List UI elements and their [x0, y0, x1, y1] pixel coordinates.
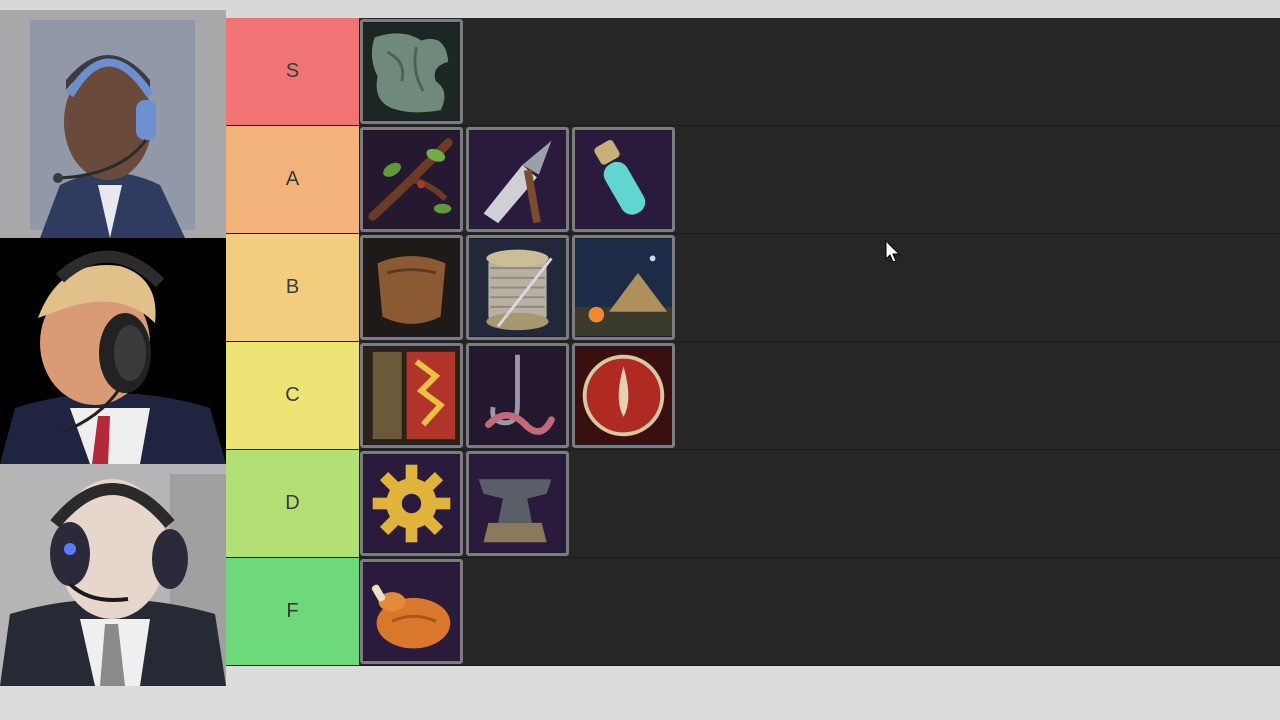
roast-chicken-icon[interactable]: [360, 559, 463, 664]
tier-items-a[interactable]: [360, 126, 1280, 233]
fishing-hook-icon[interactable]: [466, 343, 569, 448]
tier-row-a: A: [226, 126, 1280, 233]
tier-label-s[interactable]: S: [226, 18, 359, 125]
leather-scrap-icon[interactable]: [360, 235, 463, 340]
tier-items-c[interactable]: [360, 342, 1280, 449]
rune-plank-icon[interactable]: [360, 343, 463, 448]
tier-label-b[interactable]: B: [226, 234, 359, 341]
blood-drop-icon[interactable]: [572, 343, 675, 448]
branch-with-leaves-icon[interactable]: [360, 127, 463, 232]
hide-pelt-icon[interactable]: [360, 19, 463, 124]
campfire-tent-icon[interactable]: [572, 235, 675, 340]
tier-row-c: C: [226, 342, 1280, 449]
tier-row-f: F: [226, 558, 1280, 665]
webcam-panel: [0, 10, 226, 686]
spear-icon[interactable]: [466, 127, 569, 232]
gear-icon[interactable]: [360, 451, 463, 556]
webcam-2: [0, 238, 226, 464]
tier-label-d[interactable]: D: [226, 450, 359, 557]
tier-items-b[interactable]: [360, 234, 1280, 341]
mouse-cursor-icon: [885, 240, 901, 263]
tier-items-f[interactable]: [360, 558, 1280, 665]
anvil-icon[interactable]: [466, 451, 569, 556]
tier-label-f[interactable]: F: [226, 558, 359, 665]
tier-row-b: B: [226, 234, 1280, 341]
tier-list: S A B C D F: [226, 18, 1280, 666]
tier-label-c[interactable]: C: [226, 342, 359, 449]
tier-row-d: D: [226, 450, 1280, 557]
thread-spool-icon[interactable]: [466, 235, 569, 340]
tier-items-d[interactable]: [360, 450, 1280, 557]
webcam-1: [0, 10, 226, 238]
tier-items-s[interactable]: [360, 18, 1280, 125]
potion-vial-icon[interactable]: [572, 127, 675, 232]
tier-row-s: S: [226, 18, 1280, 125]
tier-label-a[interactable]: A: [226, 126, 359, 233]
webcam-3: [0, 464, 226, 686]
